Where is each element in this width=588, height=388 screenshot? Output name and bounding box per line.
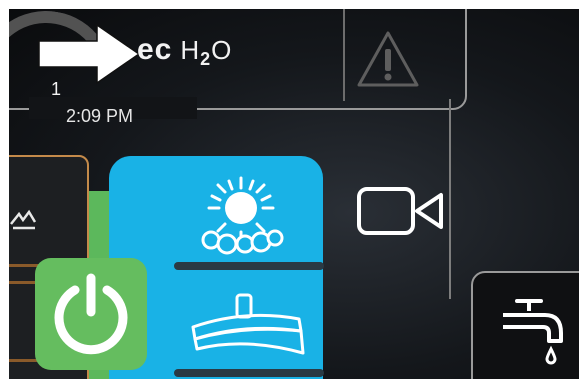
power-icon xyxy=(54,273,128,355)
mode-divider xyxy=(174,369,324,377)
brand-ec: ec xyxy=(137,33,173,66)
water-button[interactable] xyxy=(471,271,579,379)
squeegee-icon[interactable] xyxy=(185,291,307,361)
clock-time: 2:09 PM xyxy=(66,106,134,126)
power-button[interactable] xyxy=(35,258,147,370)
gauge-value: 1 xyxy=(51,79,62,99)
arrow-icon xyxy=(38,23,141,85)
brand-h2o-h: H xyxy=(180,35,201,65)
mode-divider xyxy=(174,262,324,270)
ec-h2o-logo: ec H2O xyxy=(137,33,232,70)
camera-icon[interactable] xyxy=(355,185,447,237)
brand-h2o-sub: 2 xyxy=(200,49,212,69)
warning-icon[interactable] xyxy=(355,29,421,91)
wire-line xyxy=(9,264,39,267)
wire-line xyxy=(9,359,39,362)
machine-display: ec H2O 1 2:09 PM xyxy=(9,9,579,379)
brand-h2o-o: O xyxy=(211,35,233,65)
right-panel-border xyxy=(449,99,579,299)
faucet-icon xyxy=(503,299,563,365)
sun-bubbles-icon[interactable] xyxy=(195,174,287,256)
brush-icon xyxy=(10,209,37,230)
